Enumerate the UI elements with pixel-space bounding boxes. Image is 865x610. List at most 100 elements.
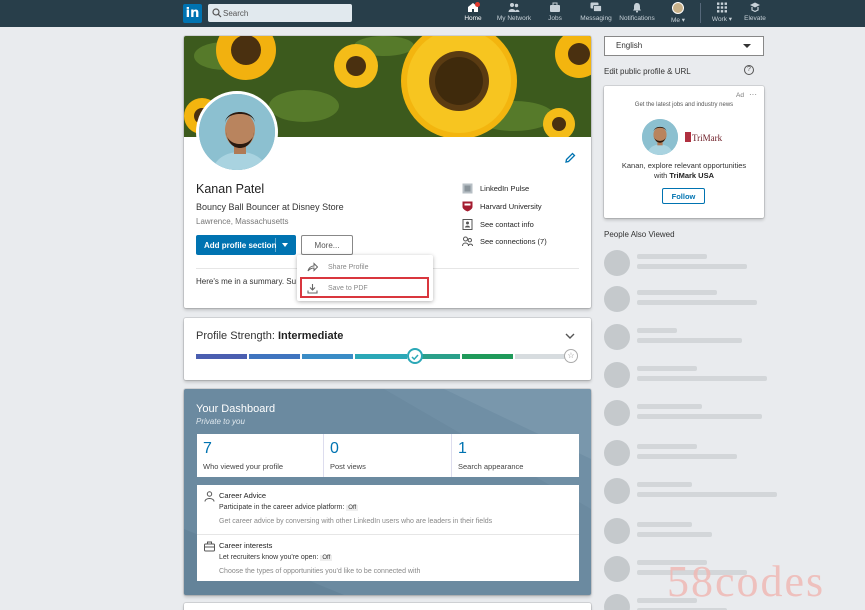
people-also-viewed-item[interactable]: [604, 518, 764, 546]
nav-divider: [700, 3, 701, 23]
follow-button[interactable]: Follow: [662, 188, 705, 204]
stat-post-views[interactable]: 0 Post views: [324, 434, 452, 477]
people-also-viewed-item[interactable]: [604, 478, 777, 506]
nav-work[interactable]: Work ▾: [710, 2, 734, 26]
career-advice-row[interactable]: Career Advice Participate in the career …: [197, 485, 579, 534]
search-box[interactable]: [208, 4, 352, 22]
career-advice-title: Career Advice: [219, 491, 267, 500]
nav-me[interactable]: Me ▾: [668, 2, 688, 26]
nav-notifications[interactable]: Notifications: [619, 2, 655, 26]
people-also-viewed-item[interactable]: [604, 440, 764, 468]
avatar: [604, 286, 630, 312]
more-button[interactable]: More...: [301, 235, 353, 255]
share-arrow-icon: [307, 262, 318, 272]
blurred-text: [637, 414, 762, 419]
meter-segment: [514, 354, 566, 359]
ad-tagline: Get the latest jobs and industry news: [634, 102, 734, 108]
language-select-value: English: [616, 41, 643, 50]
people-also-viewed-item[interactable]: [604, 362, 767, 390]
blurred-text: [637, 300, 757, 305]
bell-icon: [633, 3, 641, 13]
avatar: [604, 556, 630, 582]
blurred-text: [637, 254, 707, 259]
strength-meter-knob: [407, 348, 423, 364]
button-separator: [275, 238, 276, 252]
profile-strength-card: Profile Strength: Intermediate ☆: [184, 318, 591, 380]
blurred-text: [637, 532, 712, 537]
people-also-viewed-item[interactable]: [604, 400, 764, 428]
search-icon: [212, 8, 222, 18]
profile-strength-title: Profile Strength: Intermediate: [196, 330, 344, 342]
side-link-connections-label: See connections (7): [480, 237, 547, 246]
ad-card: Ad ··· Get the latest jobs and industry …: [604, 86, 764, 218]
linkedin-logo[interactable]: in: [183, 4, 202, 23]
trimark-logo-mark: [685, 132, 691, 142]
meter-segment: [302, 354, 354, 359]
profile-name: Kanan Patel: [196, 182, 265, 196]
star-icon: ☆: [564, 349, 578, 363]
more-dots-icon[interactable]: ···: [749, 90, 757, 99]
language-select[interactable]: English: [604, 36, 764, 56]
contact-card-icon: [462, 219, 473, 230]
nav-messaging[interactable]: Messaging: [580, 2, 612, 26]
ad-tag: Ad: [736, 92, 744, 99]
career-interests-desc: Choose the types of opportunities you'd …: [219, 568, 421, 575]
dashboard-career-list: Career Advice Participate in the career …: [197, 485, 579, 581]
stat-label: Who viewed your profile: [203, 462, 284, 471]
stat-profile-views[interactable]: 7 Who viewed your profile: [197, 434, 324, 477]
blurred-text: [637, 376, 767, 381]
nav-jobs[interactable]: Jobs: [545, 2, 565, 26]
profile-photo[interactable]: [196, 91, 278, 173]
briefcase-icon: [550, 2, 560, 12]
help-icon[interactable]: ?: [744, 65, 754, 75]
nav-me-label: Me ▾: [670, 17, 686, 24]
dashboard-subtitle: Private to you: [196, 417, 245, 426]
network-icon: [508, 3, 520, 12]
nav-elevate[interactable]: Elevate: [743, 2, 767, 26]
stat-search-appearance[interactable]: 1 Search appearance: [452, 434, 579, 477]
status-badge: Off: [320, 555, 333, 561]
blurred-text: [637, 338, 742, 343]
caret-down-icon: [743, 44, 751, 48]
avatar: [604, 400, 630, 426]
add-profile-section-label: Add profile section: [204, 240, 277, 250]
avatar: [604, 362, 630, 388]
profile-strength-level: Intermediate: [277, 330, 344, 342]
avatar: [604, 250, 630, 276]
chevron-down-icon[interactable]: [565, 332, 575, 340]
edit-public-profile-link[interactable]: Edit public profile & URL: [604, 67, 691, 76]
add-profile-section-button[interactable]: Add profile section: [196, 235, 296, 255]
profile-summary: Here's me in a summary. Su: [196, 277, 297, 286]
side-link-harvard-label: Harvard University: [480, 202, 542, 211]
nav-home[interactable]: Home: [462, 2, 484, 26]
stat-label: Post views: [330, 462, 366, 471]
menu-item-share-profile[interactable]: Share Profile: [297, 258, 433, 277]
search-input[interactable]: [223, 4, 348, 22]
nav-elevate-label: Elevate: [744, 15, 766, 22]
nav-jobs-label: Jobs: [548, 15, 562, 22]
profile-location: Lawrence, Massachusetts: [196, 217, 289, 226]
blurred-text: [637, 290, 717, 295]
avatar: [604, 324, 630, 350]
profile-strength-meter: [196, 354, 566, 359]
edit-pencil-icon[interactable]: [564, 152, 576, 164]
stat-value: 0: [330, 440, 339, 457]
ad-message-brand: with TriMark USA: [653, 171, 715, 180]
grid-icon: [717, 2, 727, 13]
caret-down-icon: [282, 243, 288, 247]
career-interests-row[interactable]: Career interests Let recruiters know you…: [197, 535, 579, 581]
checkmark-icon: [411, 354, 419, 361]
people-also-viewed-item[interactable]: [604, 324, 764, 352]
people-also-viewed-item[interactable]: [604, 250, 764, 278]
nav-home-label: Home: [464, 15, 482, 22]
people-also-viewed-item[interactable]: [604, 286, 764, 314]
dashboard-title: Your Dashboard: [196, 403, 276, 415]
nav-my-network[interactable]: My Network: [496, 2, 532, 26]
career-interests-title: Career interests: [219, 541, 273, 550]
people-also-viewed-title: People Also Viewed: [604, 230, 675, 239]
share-profile-label: Share Profile: [328, 264, 369, 271]
dashboard-stats: 7 Who viewed your profile 0 Post views 1…: [197, 434, 579, 477]
meter-segment: [355, 354, 407, 359]
dashboard-card: Your Dashboard Private to you 7 Who view…: [184, 389, 591, 595]
blurred-text: [637, 444, 697, 449]
